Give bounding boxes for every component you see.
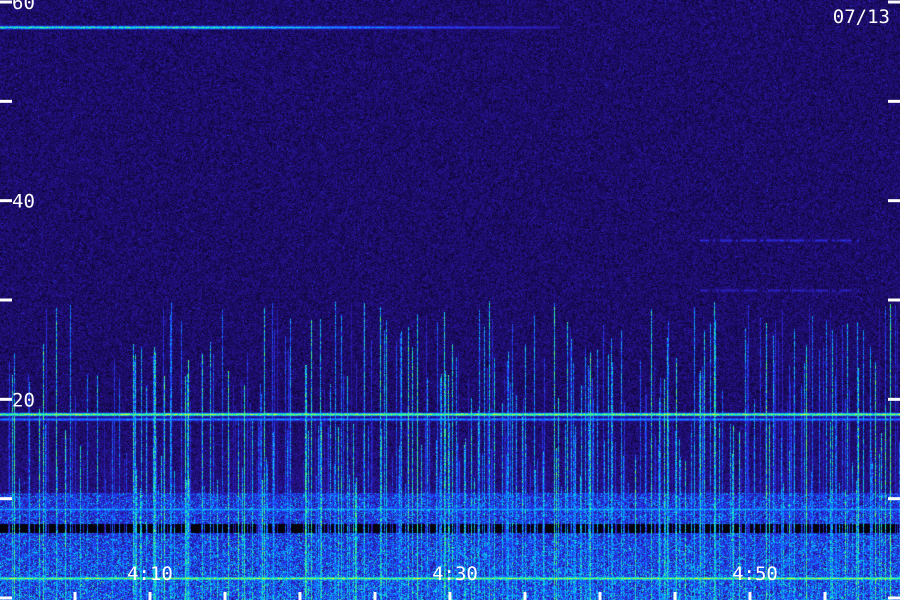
y-tick-label: 60 [12, 0, 35, 14]
y-tick-label: 40 [12, 191, 35, 213]
x-tick-label: 4:30 [432, 563, 478, 585]
y-tick-label: 20 [12, 389, 35, 411]
x-tick-label: 4:10 [127, 563, 173, 585]
x-tick-label: 4:50 [732, 563, 778, 585]
date-label: 07/13 [833, 6, 890, 28]
axis-overlay: 20 40 60 4:10 4:30 4:50 07/13 [0, 0, 900, 600]
